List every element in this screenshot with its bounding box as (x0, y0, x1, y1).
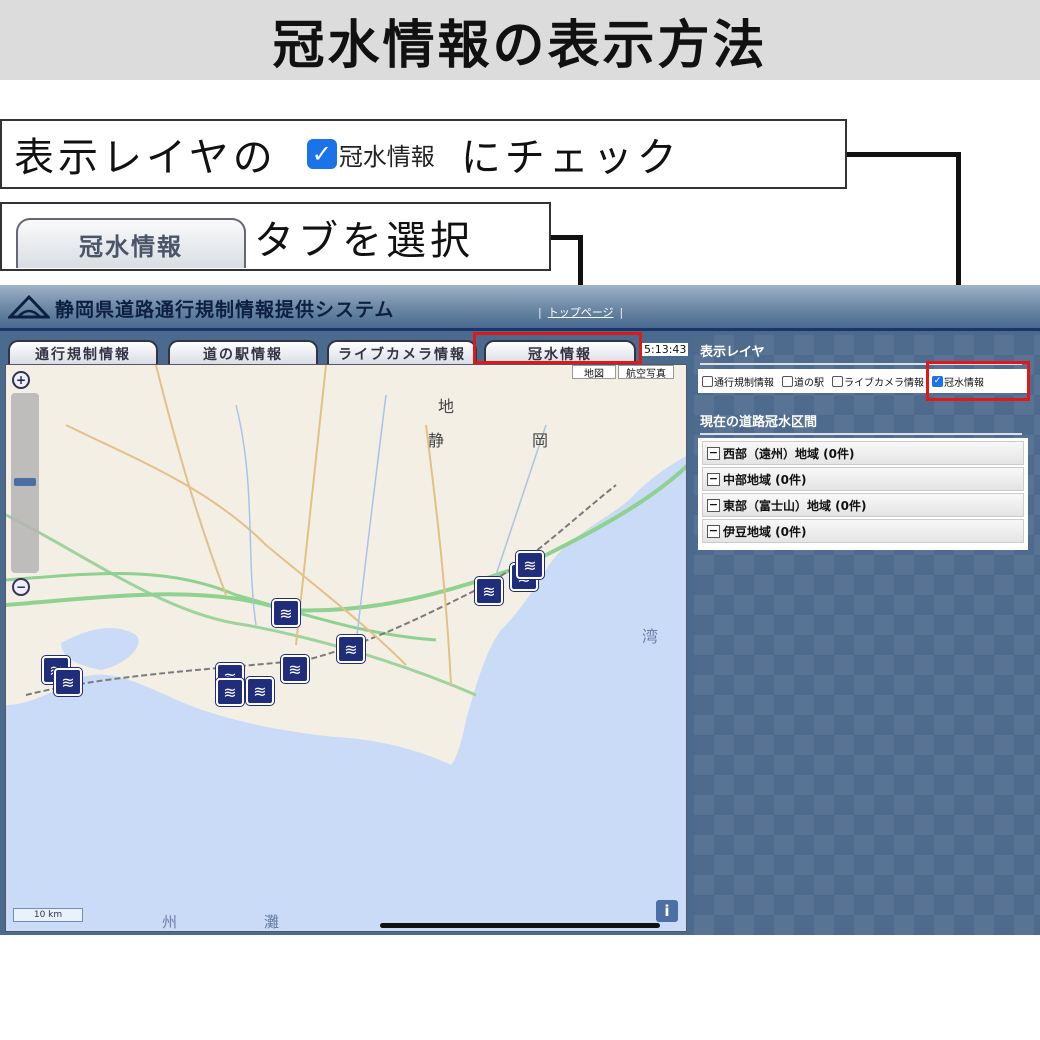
instruction-step1-prefix: 表示レイヤの (14, 135, 277, 181)
place-label: 灘 (264, 913, 280, 931)
flood-road-icon[interactable]: ≋ (281, 655, 309, 683)
layer-label: ライブカメラ情報 (844, 377, 924, 389)
prefecture-logo-icon (8, 294, 50, 319)
layer-label: 通行規制情報 (714, 377, 774, 389)
layer-option-traffic[interactable]: 通行規制情報 (702, 374, 774, 389)
top-page-link[interactable]: トップページ (548, 306, 614, 319)
flood-road-icon[interactable]: ≋ (246, 677, 274, 705)
instruction-step1-suffix: にチェック (460, 135, 681, 181)
collapse-icon[interactable]: − (707, 524, 720, 538)
clock-time: 5:13:43 (642, 343, 689, 356)
layer-label: 道の駅 (794, 377, 824, 389)
arrow-line (847, 152, 961, 157)
region-list: − 西部（遠州）地域 (0件) − 中部地域 (0件) − 東部（富士山）地域 (0件… (698, 438, 1028, 550)
place-label: 岡 (532, 431, 549, 450)
tab-label: 通行規制情報 (35, 347, 131, 363)
checkmark-icon: ✓ (306, 139, 337, 169)
flood-road-icon[interactable]: ≋ (272, 599, 300, 627)
collapse-icon[interactable]: − (707, 498, 720, 512)
region-label: 東部（富士山）地域 (0件) (723, 498, 867, 513)
tab-traffic-regulation[interactable]: 通行規制情報 (8, 340, 158, 366)
zoom-slider[interactable] (11, 393, 39, 573)
highlight-tab-box (473, 332, 642, 364)
region-label: 伊豆地域 (0件) (723, 524, 807, 539)
highlight-checkbox-box (926, 361, 1030, 401)
place-label: 静 (428, 431, 445, 450)
checkbox[interactable] (702, 375, 713, 387)
instruction-step-check-layer: 表示レイヤの ✓ 冠水情報 にチェック (0, 119, 847, 189)
layer-option-station[interactable]: 道の駅 (782, 374, 824, 389)
page: 冠水情報の表示方法 表示レイヤの ✓ 冠水情報 にチェック 冠水情報 タブを選択… (0, 0, 1040, 1040)
tab-label: ライブカメラ情報 (338, 347, 466, 363)
tab-roadside-station[interactable]: 道の駅情報 (168, 340, 318, 366)
zoom-in-icon[interactable]: + (12, 371, 30, 389)
app-header: 静岡県道路通行規制情報提供システム | トップページ | (0, 285, 1040, 331)
tab-live-camera[interactable]: ライブカメラ情報 (327, 340, 477, 366)
app-window: 静岡県道路通行規制情報提供システム | トップページ | 通行規制情報 道の駅情報 … (0, 285, 1040, 935)
illustrated-checkbox-label: 冠水情報 (338, 142, 435, 171)
side-panel: 表示レイヤ 通行規制情報 道の駅 ライブカメラ情報 ✓ 冠水情報 現在の道路冠水区… (694, 335, 1040, 935)
list-item[interactable]: − 東部（富士山）地域 (0件) (702, 493, 1024, 517)
collapse-icon[interactable]: − (707, 446, 720, 460)
zoom-slider-handle[interactable] (14, 478, 36, 486)
checkbox[interactable] (832, 375, 843, 387)
map-view[interactable]: 静 岡 地 湾 州 灘 地図 航空写真 + − ≋ ≋ ≋ ≋ ≋ ≋ ≋ ≋ … (5, 364, 687, 932)
place-label: 地 (438, 397, 455, 416)
list-item[interactable]: − 伊豆地域 (0件) (702, 519, 1024, 543)
map-switch-aerial-label: 航空写真 (626, 368, 666, 380)
map-switch-map[interactable]: 地図 (572, 365, 616, 380)
place-label: 州 (162, 913, 178, 931)
list-item[interactable]: − 中部地域 (0件) (702, 467, 1024, 491)
map-switch-map-label: 地図 (584, 368, 604, 380)
map-switch-aerial[interactable]: 航空写真 (618, 365, 674, 380)
top-link-wrap: | トップページ | (538, 306, 624, 319)
page-title: 冠水情報の表示方法 (272, 15, 768, 76)
region-label: 中部地域 (0件) (723, 472, 807, 487)
home-indicator (380, 923, 660, 928)
zoom-out-icon[interactable]: − (12, 578, 30, 596)
illustrated-tab-label: 冠水情報 (79, 232, 183, 261)
collapse-icon[interactable]: − (707, 472, 720, 486)
instruction-step-select-tab: 冠水情報 タブを選択 (0, 202, 551, 271)
flood-road-icon[interactable]: ≋ (54, 668, 82, 696)
flood-road-icon[interactable]: ≋ (516, 551, 544, 579)
place-label: 湾 (642, 627, 659, 646)
flood-road-icon[interactable]: ≋ (216, 678, 244, 706)
map-scale-bar: 10 km (13, 908, 83, 922)
flood-road-icon[interactable]: ≋ (337, 635, 365, 663)
flood-road-icon[interactable]: ≋ (475, 577, 503, 605)
illustrated-checkbox: ✓ 冠水情報 (306, 137, 435, 172)
region-label: 西部（遠州）地域 (0件) (723, 446, 855, 461)
regions-heading: 現在の道路冠水区間 (700, 411, 1022, 435)
illustrated-tab: 冠水情報 (16, 218, 246, 268)
checkbox[interactable] (782, 375, 793, 387)
app-title: 静岡県道路通行規制情報提供システム (55, 299, 395, 321)
info-icon[interactable]: i (656, 900, 678, 922)
instruction-step2-suffix: タブを選択 (254, 217, 474, 264)
title-banner: 冠水情報の表示方法 (0, 0, 1040, 80)
tab-label: 道の駅情報 (203, 347, 283, 363)
layer-option-camera[interactable]: ライブカメラ情報 (832, 374, 924, 389)
list-item[interactable]: − 西部（遠州）地域 (0件) (702, 441, 1024, 465)
